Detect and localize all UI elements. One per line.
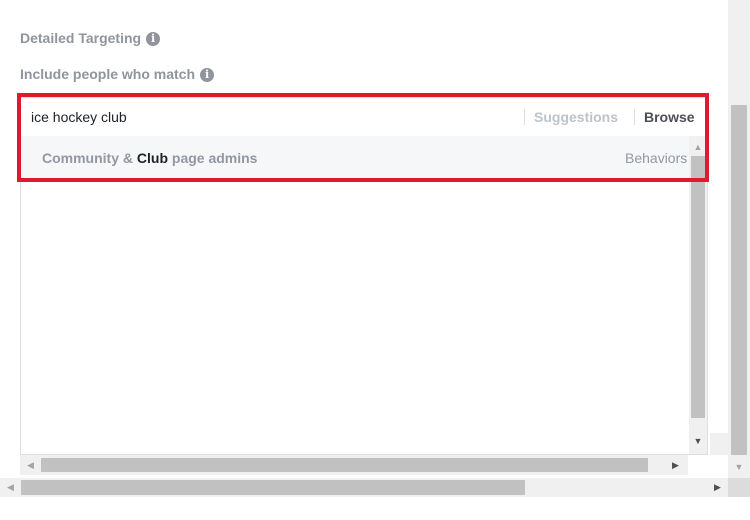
scrollbar-corner [728, 478, 750, 497]
include-people-heading: Include people who match i [20, 65, 215, 83]
scrollbar-corner [688, 455, 708, 475]
page-vertical-scrollbar[interactable]: ▼ [728, 0, 750, 478]
include-people-label: Include people who match [20, 66, 196, 82]
results-list: Community & Club page admins Behaviors [21, 136, 689, 454]
chevron-left-icon[interactable]: ◀ [27, 460, 34, 470]
tab-divider [524, 109, 525, 125]
chevron-up-icon[interactable]: ▲ [689, 142, 707, 152]
results-vertical-scrollbar[interactable]: ▲ ▼ [689, 136, 707, 454]
targeting-search-input[interactable] [31, 106, 511, 128]
tab-divider [634, 109, 635, 125]
result-category: Behaviors [625, 150, 688, 166]
bottom-strip [0, 497, 750, 520]
tab-browse[interactable]: Browse [644, 108, 695, 126]
scrollbar-thumb[interactable] [41, 458, 648, 472]
detailed-targeting-label: Detailed Targeting [20, 30, 142, 46]
chevron-right-icon[interactable]: ▶ [672, 460, 679, 470]
result-name: Community & Club page admins [42, 149, 257, 167]
targeting-panel: Suggestions Browse Community & Club page… [20, 97, 708, 455]
detailed-targeting-heading: Detailed Targeting i [20, 29, 161, 47]
chevron-down-icon[interactable]: ▼ [689, 436, 707, 446]
list-item[interactable]: Community & Club page admins Behaviors [21, 136, 689, 178]
scrollbar-thumb[interactable] [691, 156, 705, 418]
tab-suggestions[interactable]: Suggestions [534, 108, 618, 126]
result-name-match: Club [136, 150, 168, 166]
info-icon[interactable]: i [200, 68, 215, 82]
result-name-suffix: page admins [168, 150, 258, 166]
results-horizontal-scrollbar[interactable]: ◀ ▶ [20, 455, 688, 475]
scrollbar-thumb[interactable] [731, 105, 747, 455]
info-icon[interactable]: i [146, 32, 161, 46]
result-name-prefix: Community & [42, 150, 137, 166]
chevron-down-icon[interactable]: ▼ [728, 462, 750, 472]
chevron-left-icon[interactable]: ◀ [7, 482, 14, 492]
chevron-right-icon[interactable]: ▶ [714, 482, 721, 492]
scrollbar-thumb[interactable] [21, 480, 525, 495]
search-row: Suggestions Browse [21, 98, 707, 136]
page-horizontal-scrollbar[interactable]: ◀ ▶ [0, 478, 728, 497]
scrollbar-track-segment [710, 433, 728, 455]
